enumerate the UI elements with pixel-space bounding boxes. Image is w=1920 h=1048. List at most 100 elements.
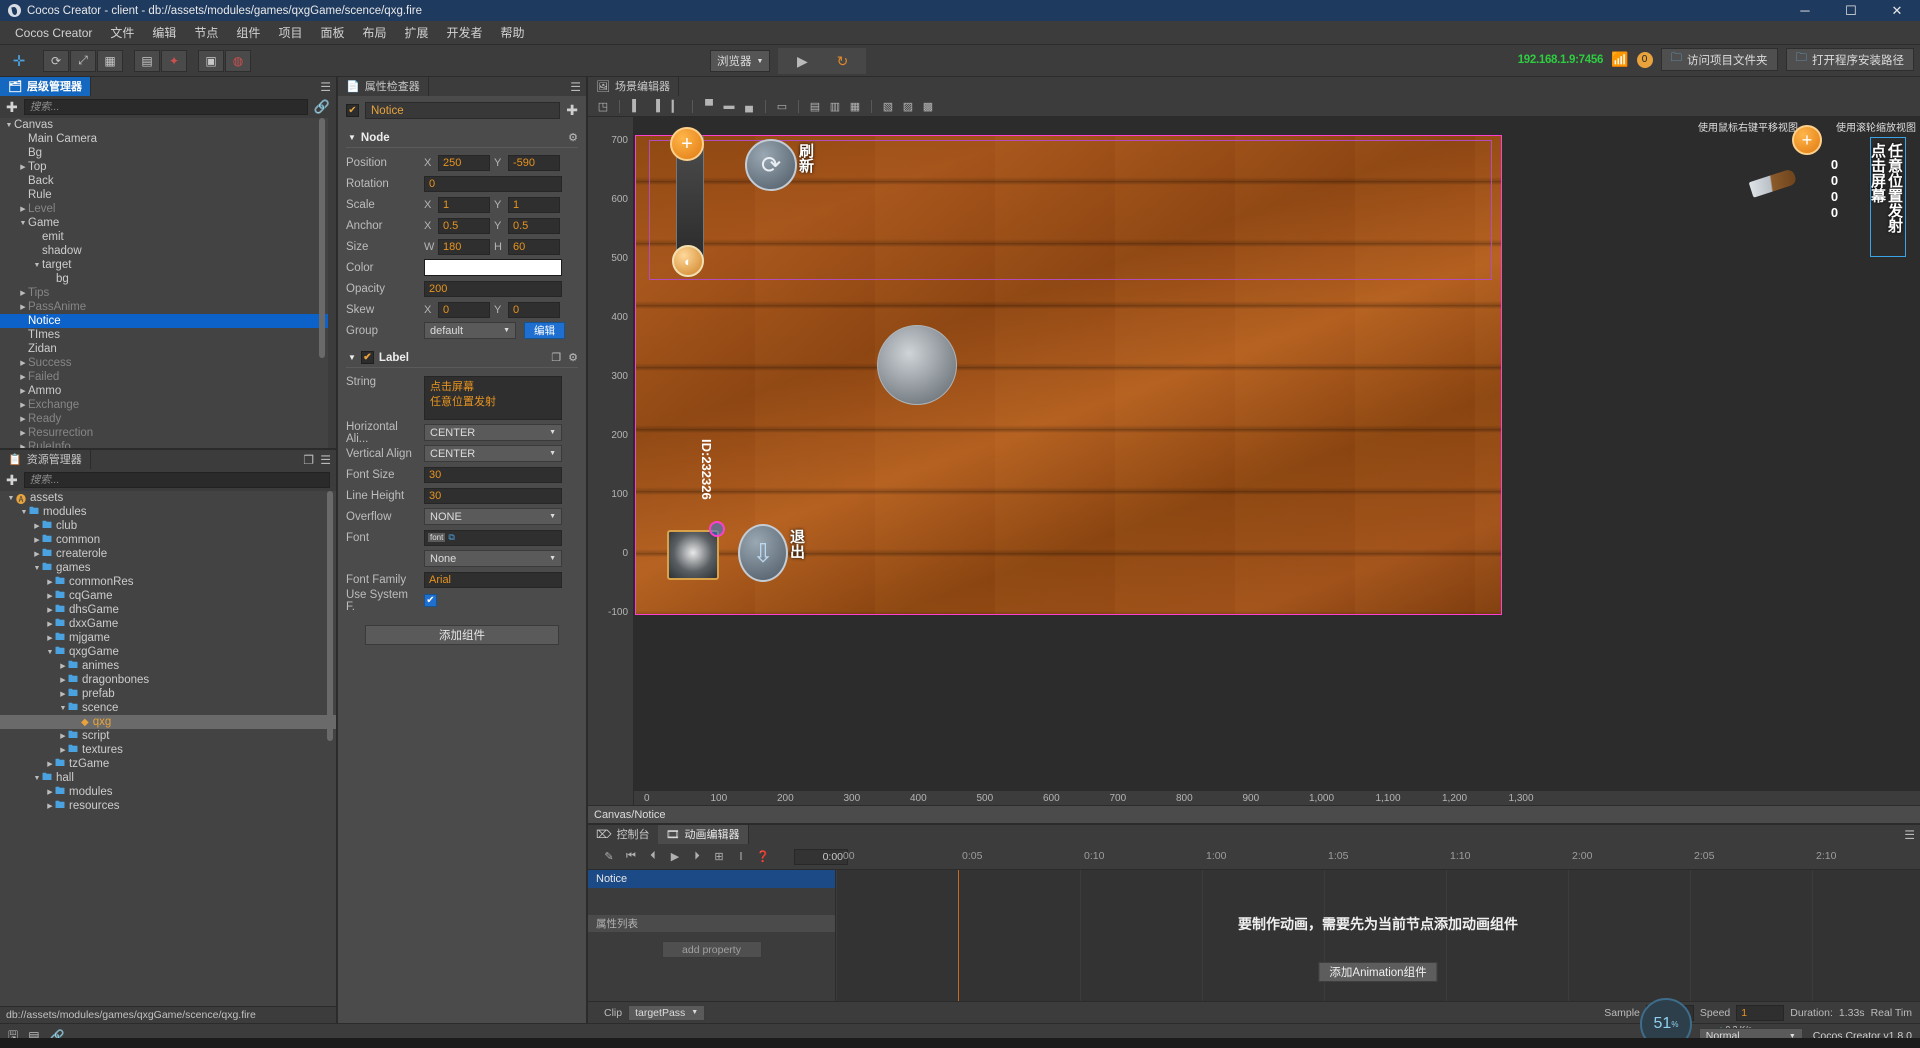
asset-node-modules[interactable]: ▶ 🖿 modules [0, 785, 336, 799]
hierarchy-node-game[interactable]: ▼ Game [0, 216, 328, 230]
overflow-select[interactable]: NONE ▼ [424, 508, 562, 525]
font-none-select[interactable]: None ▼ [424, 550, 562, 567]
asset-node-mjgame[interactable]: ▶ 🖿 mjgame [0, 631, 336, 645]
tab-scene-editor[interactable]: 🖼 场景编辑器 [588, 76, 678, 96]
add-ammo-right-button[interactable]: + [1792, 125, 1822, 155]
rect-tool-icon[interactable]: ▦ [97, 49, 123, 72]
hierarchy-node-ruleinfo[interactable]: ▶ RuleInfo [0, 440, 328, 448]
hierarchy-node-passanime[interactable]: ▶ PassAnime [0, 300, 328, 314]
chevron-right-icon[interactable]: ▶ [45, 578, 55, 586]
chevron-down-icon[interactable]: ▼ [32, 262, 42, 269]
group-edit-button[interactable]: 编辑 [524, 322, 565, 339]
label-section-header[interactable]: ▼ ✔ Label ❐ ⚙ [346, 347, 578, 368]
hierarchy-node-resurrection[interactable]: ▶ Resurrection [0, 426, 328, 440]
chevron-right-icon[interactable]: ▶ [18, 205, 28, 213]
chevron-down-icon[interactable]: ▼ [19, 509, 29, 516]
refresh-button[interactable]: ↻ [822, 49, 862, 73]
tab-assets[interactable]: 📋 资源管理器 [0, 449, 90, 469]
align-top-icon[interactable]: ▀ [700, 98, 718, 115]
gizmo-tool-icon[interactable]: ◍ [225, 49, 251, 72]
hierarchy-tree[interactable]: ▼Canvas▶Main Camera▶Bg▶Top▶Back▶Rule▶Lev… [0, 118, 336, 448]
skew-x-input[interactable]: 0 [438, 301, 490, 318]
hierarchy-node-shadow[interactable]: ▶shadow [0, 244, 328, 258]
assets-hamburger-icon[interactable]: ☰ [320, 453, 331, 467]
chevron-right-icon[interactable]: ▶ [45, 620, 55, 628]
scale-tool-icon[interactable]: ⤢ [70, 49, 96, 72]
chevron-right-icon[interactable]: ▶ [18, 373, 28, 381]
align-hcenter-icon[interactable]: ▐ [647, 98, 665, 115]
chevron-right-icon[interactable]: ▶ [45, 760, 55, 768]
chevron-right-icon[interactable]: ▶ [18, 429, 28, 437]
scene-gizmo-icon[interactable]: ◳ [594, 98, 612, 115]
tab-hierarchy[interactable]: 🗂 层级管理器 [0, 76, 90, 96]
align-right-icon[interactable]: ▎ [667, 98, 685, 115]
assets-menu-icon[interactable]: ❐ [303, 453, 314, 467]
chevron-right-icon[interactable]: ▶ [45, 606, 55, 614]
label-settings-icon[interactable]: ⚙ [568, 351, 578, 364]
hierarchy-search-input[interactable]: 搜索... [23, 99, 308, 115]
node-name-input[interactable]: Notice [365, 102, 561, 119]
chevron-right-icon[interactable]: ▶ [58, 676, 68, 684]
position-y-input[interactable]: -590 [508, 154, 560, 171]
tab-console[interactable]: ⌦ 控制台 [588, 824, 658, 844]
menu-item-panel[interactable]: 面板 [311, 21, 353, 44]
distribute-v6-icon[interactable]: ▩ [919, 98, 937, 115]
menu-item-cocos[interactable]: Cocos Creator [6, 23, 101, 43]
timeline-ruler[interactable]: :00 0:05 0:10 1:00 1:05 1:10 2:00 2:05 2:10 [836, 844, 1920, 870]
close-button[interactable]: ✕ [1874, 0, 1920, 21]
rotation-input[interactable]: 0 [424, 175, 562, 192]
chevron-right-icon[interactable]: ▶ [18, 359, 28, 367]
menu-item-project[interactable]: 项目 [269, 21, 311, 44]
chevron-right-icon[interactable]: ▶ [18, 387, 28, 395]
hierarchy-node-ready[interactable]: ▶ Ready [0, 412, 328, 426]
chevron-right-icon[interactable]: ▶ [32, 550, 42, 558]
scale-x-input[interactable]: 1 [438, 196, 490, 213]
chevron-down-icon[interactable]: ▼ [32, 565, 42, 572]
distribute-v3-icon[interactable]: ▦ [846, 98, 864, 115]
hierarchy-node-tips[interactable]: ▶ Tips [0, 286, 328, 300]
distribute-v2-icon[interactable]: ▥ [826, 98, 844, 115]
asset-node-script[interactable]: ▶ 🖿 script [0, 729, 336, 743]
avatar-target-icon[interactable] [709, 521, 725, 537]
chevron-down-icon[interactable]: ▼ [32, 775, 42, 782]
chevron-right-icon[interactable]: ▶ [45, 788, 55, 796]
menu-item-edit[interactable]: 编辑 [143, 21, 185, 44]
size-h-input[interactable]: 60 [508, 238, 560, 255]
tab-inspector[interactable]: 📄 属性检查器 [338, 76, 428, 96]
play-button[interactable]: ▶ [782, 49, 822, 73]
align-vcenter-icon[interactable]: ▬ [720, 98, 738, 115]
group-select[interactable]: default ▼ [424, 322, 516, 339]
window-controls[interactable]: ─ ☐ ✕ [1782, 0, 1920, 21]
ammo-clip-icon[interactable]: ◐ [672, 245, 704, 277]
hierarchy-node-target[interactable]: ▼ target [0, 258, 328, 272]
move-tool-icon[interactable]: ✛ [6, 50, 32, 72]
hierarchy-node-bg[interactable]: ▶Bg [0, 146, 328, 160]
font-size-input[interactable]: 30 [424, 466, 562, 483]
chevron-right-icon[interactable]: ▶ [32, 536, 42, 544]
menu-item-layout[interactable]: 布局 [353, 21, 395, 44]
menu-item-developer[interactable]: 开发者 [438, 21, 492, 44]
anchor-y-input[interactable]: 0.5 [508, 217, 560, 234]
player-avatar-card[interactable] [667, 530, 719, 580]
h-align-select[interactable]: CENTER ▼ [424, 424, 562, 441]
play-anim-icon[interactable]: ▶ [668, 850, 682, 863]
add-keyframe-icon[interactable]: ⊞ [712, 850, 726, 863]
open-installer-dir-button[interactable]: 🗀 打开程序安装路径 [1785, 48, 1914, 71]
speed-input[interactable]: 1 [1736, 1004, 1785, 1021]
hierarchy-node-zidan[interactable]: ▶Zidan [0, 342, 328, 356]
chevron-right-icon[interactable]: ▶ [18, 415, 28, 423]
hierarchy-node-failed[interactable]: ▶ Failed [0, 370, 328, 384]
assets-search-input[interactable]: 搜索... [23, 472, 330, 488]
chevron-down-icon[interactable]: ▼ [58, 705, 68, 712]
menubar[interactable]: Cocos Creator 文件 编辑 节点 组件 项目 面板 布局 扩展 开发… [0, 21, 1920, 45]
chevron-right-icon[interactable]: ▶ [58, 662, 68, 670]
edit-clip-icon[interactable]: ✎ [602, 850, 616, 863]
distribute-v5-icon[interactable]: ▨ [899, 98, 917, 115]
menu-item-node[interactable]: 节点 [185, 21, 227, 44]
jump-start-icon[interactable]: ⏮ [624, 850, 638, 863]
asset-node-resources[interactable]: ▶ 🖿 resources [0, 799, 336, 813]
menu-item-file[interactable]: 文件 [101, 21, 143, 44]
assets-scrollbar[interactable] [327, 491, 333, 741]
menu-item-help[interactable]: 帮助 [492, 21, 534, 44]
chevron-down-icon[interactable]: ▼ [18, 220, 28, 227]
